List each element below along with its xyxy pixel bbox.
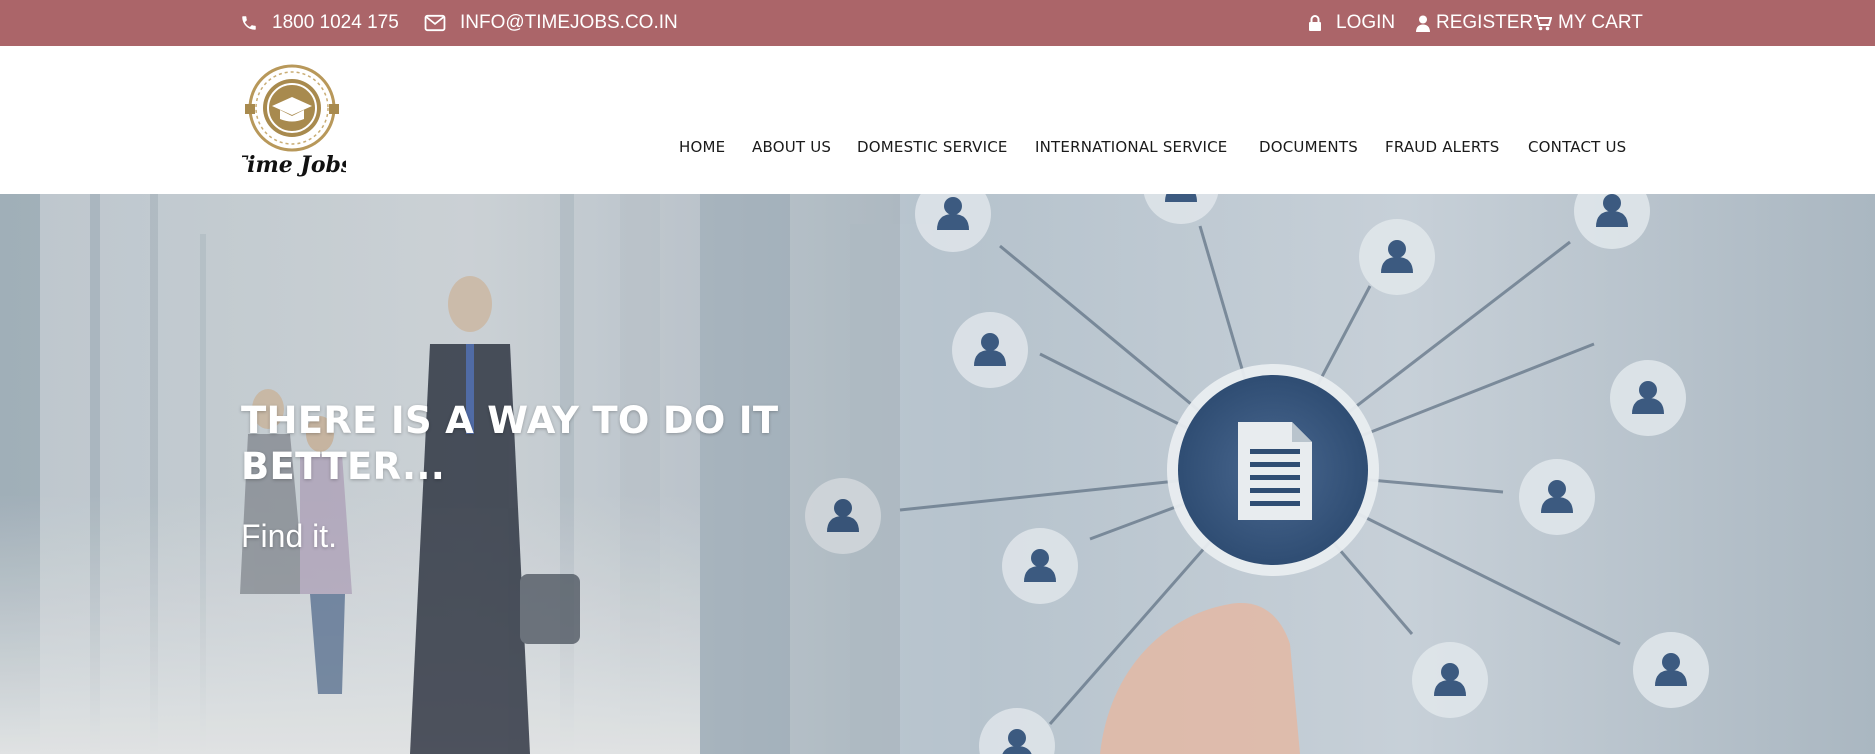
cart-link[interactable]: MY CART — [1534, 0, 1643, 46]
cart-icon — [1534, 15, 1552, 31]
register-label: REGISTER — [1436, 12, 1534, 33]
email-address: INFO@TIMEJOBS.CO.IN — [460, 12, 678, 33]
envelope-icon — [424, 14, 446, 32]
cart-label: MY CART — [1558, 12, 1643, 33]
email-contact[interactable]: INFO@TIMEJOBS.CO.IN — [424, 0, 678, 46]
document-icon-hub — [1238, 422, 1312, 520]
register-link[interactable]: REGISTER — [1416, 0, 1533, 46]
nav-contact-us[interactable]: CONTACT US — [1528, 138, 1626, 156]
nav-international-service[interactable]: INTERNATIONAL SERVICE — [1035, 138, 1227, 156]
main-nav: HOME ABOUT US DOMESTIC SERVICE INTERNATI… — [0, 92, 1875, 202]
phone-icon — [242, 16, 256, 30]
user-icon — [1416, 15, 1430, 32]
site-header: Time Jobs HOME ABOUT US DOMESTIC SERVICE… — [0, 46, 1875, 194]
nav-about-us[interactable]: ABOUT US — [752, 138, 831, 156]
phone-number: 1800 1024 175 — [272, 12, 399, 33]
lock-icon — [1309, 15, 1321, 31]
nav-fraud-alerts[interactable]: FRAUD ALERTS — [1385, 138, 1500, 156]
nav-domestic-service[interactable]: DOMESTIC SERVICE — [857, 138, 1008, 156]
login-link[interactable]: LOGIN — [1308, 0, 1395, 46]
hero-banner: THERE IS A WAY TO DO IT BETTER... Find i… — [0, 194, 1875, 754]
hero-subtitle: Find it. — [241, 518, 338, 554]
nav-documents[interactable]: DOCUMENTS — [1259, 138, 1358, 156]
top-bar: 1800 1024 175 INFO@TIMEJOBS.CO.IN LOGIN … — [0, 0, 1875, 46]
login-label: LOGIN — [1336, 12, 1396, 33]
phone-contact[interactable]: 1800 1024 175 — [240, 0, 399, 46]
nav-home[interactable]: HOME — [679, 138, 725, 156]
hero-title: THERE IS A WAY TO DO IT BETTER... — [241, 399, 779, 488]
